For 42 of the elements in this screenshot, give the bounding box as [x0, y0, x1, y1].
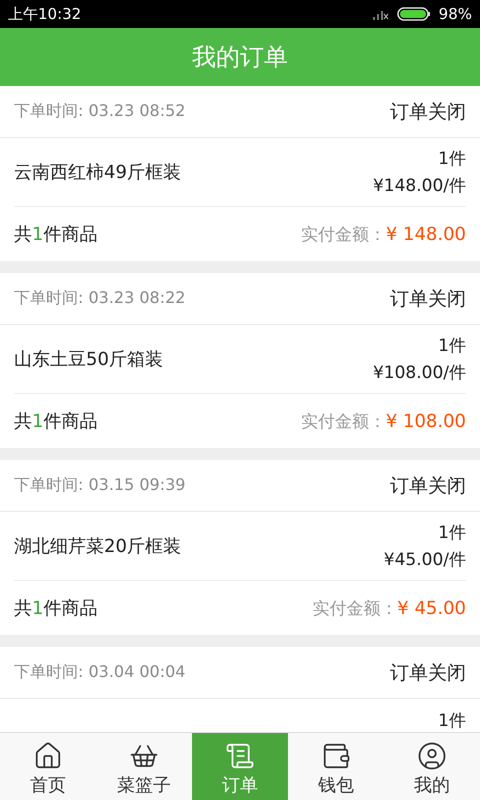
- paid-amount: ¥ 45.00: [397, 598, 466, 618]
- item-count: 共1件商品: [14, 223, 98, 246]
- order-card[interactable]: 下单时间: 03.23 08:52 订单关闭 云南西红柿49斤框装 1件 ¥148.00/件 共1件商品 实付金额：¥ 148.00: [0, 86, 480, 261]
- unit-price: ¥45.00/件: [384, 549, 466, 571]
- paid-amount: ¥ 108.00: [386, 410, 466, 432]
- order-time: 下单时间: 03.15 09:39: [14, 475, 186, 496]
- quantity: 1件: [438, 522, 466, 544]
- status-time: 上午10:32: [8, 4, 82, 24]
- order-time: 下单时间: 03.23 08:52: [14, 101, 186, 122]
- item-count: 共1件商品: [14, 597, 98, 620]
- order-card[interactable]: 下单时间: 03.15 09:39 订单关闭 湖北细芹菜20斤框装 1件 ¥45.00/件 共1件商品 实付金额：¥ 45.00: [0, 460, 480, 635]
- product-name: 云南西红柿49斤框装: [14, 161, 181, 184]
- order-status: 订单关闭: [390, 474, 466, 498]
- paid-amount: ¥ 148.00: [386, 224, 466, 244]
- quantity: 1件: [438, 710, 466, 732]
- order-status: 订单关闭: [390, 286, 466, 312]
- signal-icon: [372, 8, 389, 20]
- product-name: 山东土豆50斤箱装: [14, 348, 163, 371]
- tab-item[interactable]: 我的: [384, 733, 480, 800]
- product-name: 湖北细芹菜20斤框装: [14, 535, 181, 558]
- quantity: 1件: [438, 335, 466, 357]
- unit-price: ¥108.00/件: [372, 362, 466, 384]
- page-title: 我的订单: [192, 42, 288, 73]
- order-status: 订单关闭: [390, 660, 466, 686]
- order-card[interactable]: 下单时间: 03.23 08:22 订单关闭 山东土豆50斤箱装 1件 ¥108.00/件 共1件商品 实付金额：¥ 108.00: [0, 273, 480, 448]
- quantity: 1件: [438, 148, 466, 170]
- item-count: 共1件商品: [14, 410, 98, 433]
- battery-level: 98%: [438, 5, 472, 23]
- unit-price: ¥148.00/件: [372, 175, 466, 197]
- tab-item[interactable]: 钱包: [288, 733, 384, 800]
- order-time: 下单时间: 03.23 08:22: [14, 288, 186, 309]
- paid-label: 实付金额：: [312, 598, 398, 620]
- tab-item[interactable]: 菜篮子: [96, 733, 192, 800]
- order-status: 订单关闭: [390, 100, 466, 124]
- order-time: 下单时间: 03.04 00:04: [14, 662, 186, 683]
- tab-item[interactable]: 首页: [0, 733, 96, 800]
- user-icon: [417, 740, 447, 770]
- order-card[interactable]: 下单时间: 03.04 00:04 订单关闭 1件: [0, 647, 480, 732]
- home-icon: [33, 740, 63, 770]
- paid-label: 实付金额：: [300, 224, 386, 246]
- battery-icon: [396, 7, 431, 21]
- paid-label: 实付金额：: [300, 410, 386, 432]
